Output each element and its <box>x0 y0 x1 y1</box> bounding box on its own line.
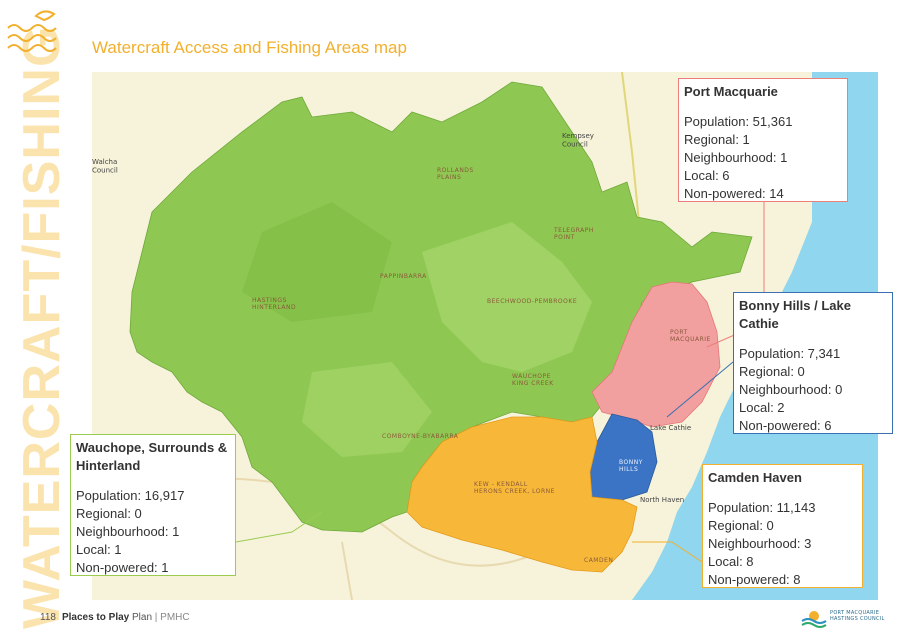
regional-count: Regional: 0 <box>739 364 805 379</box>
council-logo-line-2: HASTINGS COUNCIL <box>830 616 885 622</box>
info-box-port-macquarie: Port Macquarie Population: 51,361 Region… <box>678 78 848 202</box>
map-label-pappinbarra: PAPPINBARRA <box>380 273 427 280</box>
non-powered-count: Non-powered: 8 <box>708 572 801 587</box>
regional-count: Regional: 1 <box>684 132 750 147</box>
footer-org: PMHC <box>160 612 190 623</box>
page-number: 118 <box>40 612 56 623</box>
side-section-word: WATERCRAFT/FISHING <box>13 25 71 629</box>
population-value: Population: 51,361 <box>684 114 793 129</box>
document-name-plain: Plan <box>129 612 153 623</box>
map-label-wauchope: WAUCHOPE KING CREEK <box>512 373 554 387</box>
regional-count: Regional: 0 <box>708 518 774 533</box>
neighbourhood-count: Neighbourhood: 3 <box>708 536 812 551</box>
region-bonny-hills <box>589 413 658 501</box>
info-box-title: Wauchope, Surrounds & Hinterland <box>76 440 228 473</box>
non-powered-count: Non-powered: 6 <box>739 418 832 433</box>
info-box-wauchope: Wauchope, Surrounds & Hinterland Populat… <box>70 434 236 576</box>
map-label-north-haven: North Haven <box>640 496 684 504</box>
map-label-walcha: Walcha Council <box>92 158 118 174</box>
non-powered-count: Non-powered: 14 <box>684 186 784 201</box>
map-label-kempsey: Kempsey Council <box>562 132 594 148</box>
population-value: Population: 7,341 <box>739 346 841 361</box>
map-label-beechwood: BEECHWOOD-PEMBROOKE <box>487 298 577 305</box>
map-label-camden: CAMDEN <box>584 557 613 564</box>
council-logo-text: PORT MACQUARIE HASTINGS COUNCIL <box>830 610 885 622</box>
neighbourhood-count: Neighbourhood: 1 <box>684 150 788 165</box>
road-line <box>341 541 353 600</box>
local-count: Local: 6 <box>684 168 730 183</box>
population-value: Population: 16,917 <box>76 488 185 503</box>
neighbourhood-count: Neighbourhood: 1 <box>76 524 180 539</box>
council-logo: PORT MACQUARIE HASTINGS COUNCIL <box>800 608 890 630</box>
info-box-title: Bonny Hills / Lake Cathie <box>739 298 851 331</box>
neighbourhood-count: Neighbourhood: 0 <box>739 382 843 397</box>
map-label-lake-cathie: Lake Cathie <box>650 424 691 432</box>
council-logo-icon <box>801 611 827 628</box>
document-name-bold: Places to Play <box>61 612 130 623</box>
info-box-title: Port Macquarie <box>684 84 778 99</box>
population-value: Population: 11,143 <box>708 500 816 515</box>
local-count: Local: 1 <box>76 542 122 557</box>
local-count: Local: 2 <box>739 400 785 415</box>
local-count: Local: 8 <box>708 554 754 569</box>
info-box-bonny-hills: Bonny Hills / Lake Cathie Population: 7,… <box>733 292 893 434</box>
regional-count: Regional: 0 <box>76 506 142 521</box>
footer-separator: | <box>152 612 161 623</box>
info-box-title: Camden Haven <box>708 470 802 485</box>
fishing-waves-logo-icon <box>7 10 57 52</box>
map-label-comboyne: COMBOYNE-BYABARRA <box>382 433 459 440</box>
page-footer: 118 Places to Play Plan | PMHC <box>40 612 190 623</box>
page-title: Watercraft Access and Fishing Areas map <box>92 38 407 57</box>
non-powered-count: Non-powered: 1 <box>76 560 169 575</box>
info-box-camden-haven: Camden Haven Population: 11,143 Regional… <box>702 464 863 588</box>
